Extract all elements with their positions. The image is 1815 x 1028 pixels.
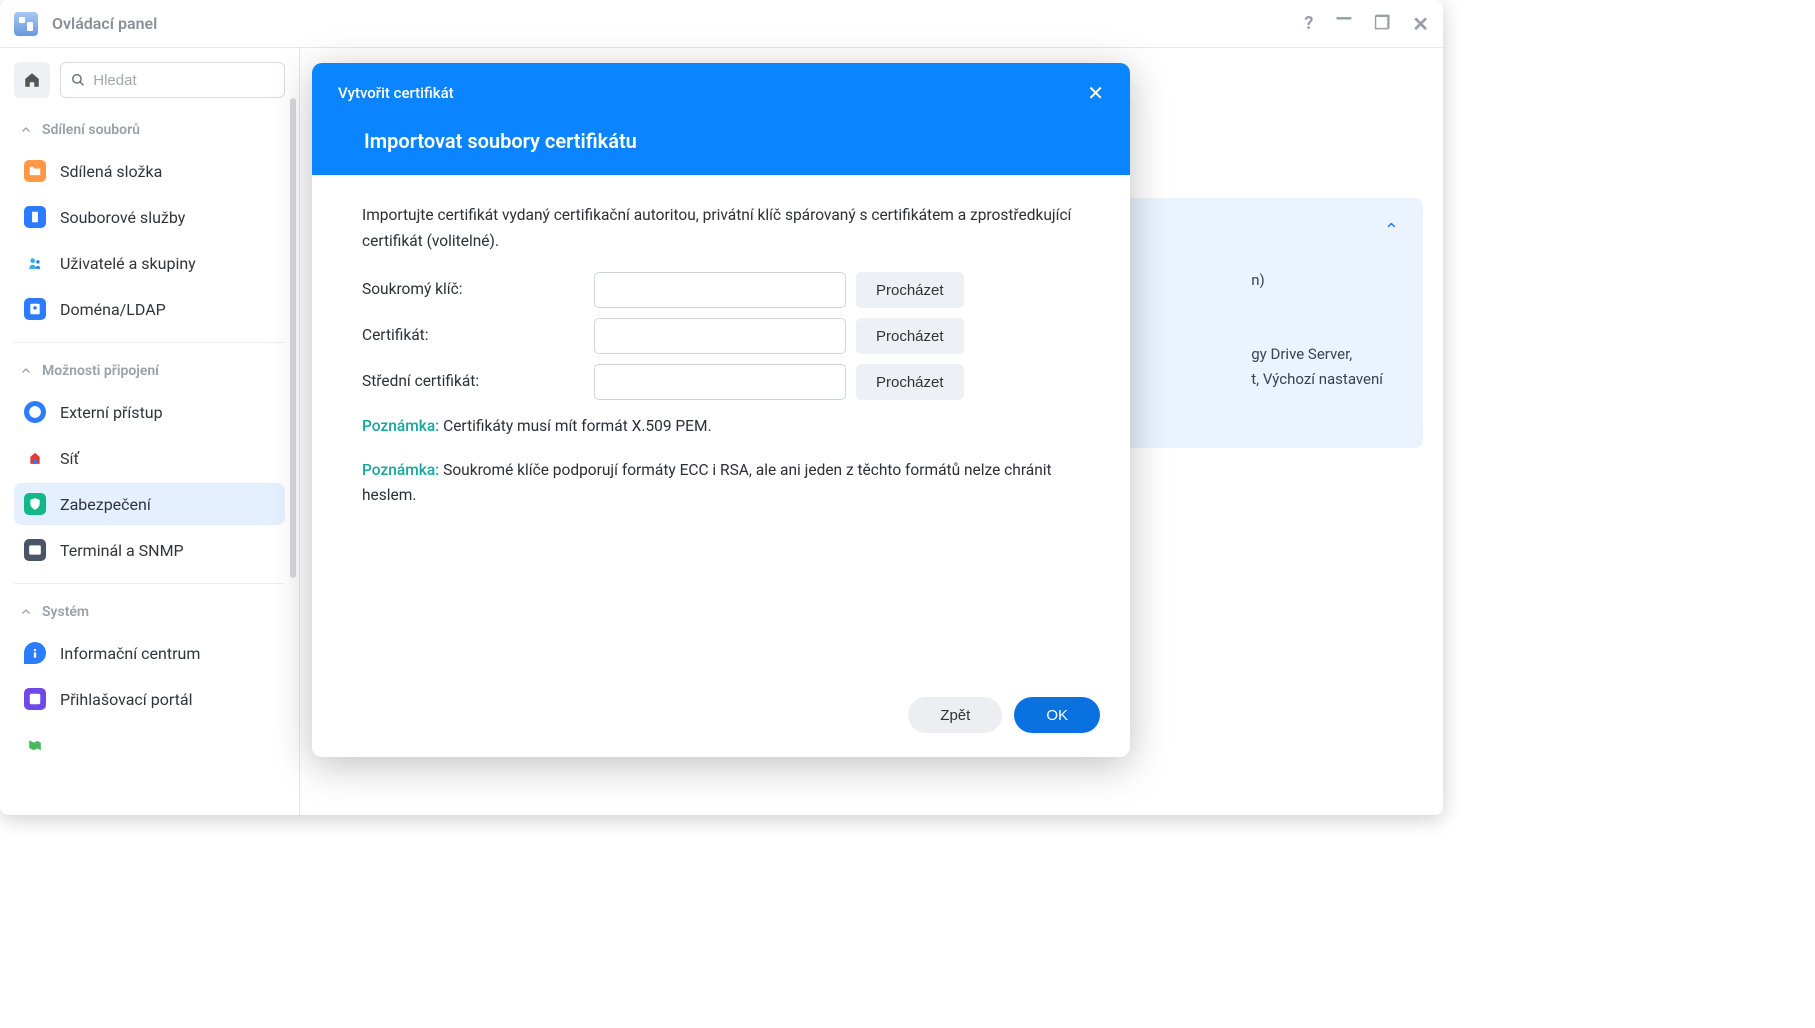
region-icon <box>24 734 46 756</box>
window-title: Ovládací panel <box>52 14 1304 33</box>
note-text: Soukromé klíče podporují formáty ECC i R… <box>362 461 1052 505</box>
field-row-private-key: Soukromý klíč: Procházet <box>362 272 1080 308</box>
app-window: Ovládací panel ? — ❐ ✕ Sdílení s <box>0 0 1443 815</box>
sidebar-item-label: Uživatelé a skupiny <box>60 254 196 273</box>
sidebar-item-domain-ldap[interactable]: Doména/LDAP <box>14 288 285 330</box>
note-label: Poznámka: <box>362 417 439 435</box>
help-icon[interactable]: ? <box>1304 13 1313 34</box>
note-2: Poznámka: Soukromé klíče podporují formá… <box>362 458 1080 509</box>
search-field-wrap[interactable] <box>60 62 285 98</box>
sidebar-item-label: Sdílená složka <box>60 162 162 181</box>
section-label: Sdílení souborů <box>42 122 140 138</box>
sidebar-item-partial[interactable] <box>14 724 285 766</box>
dialog-title: Vytvořit certifikát <box>338 84 454 102</box>
card-text-fragment: n) <box>1251 268 1383 294</box>
dialog-subtitle: Importovat soubory certifikátu <box>338 129 1104 153</box>
section-header-file-sharing[interactable]: Sdílení souborů <box>14 114 285 146</box>
terminal-icon <box>24 539 46 561</box>
title-bar: Ovládací panel ? — ❐ ✕ <box>0 0 1443 48</box>
file-services-icon <box>24 206 46 228</box>
section-header-connectivity[interactable]: Možnosti připojení <box>14 355 285 387</box>
intermediate-label: Střední certifikát: <box>362 369 594 395</box>
network-icon <box>24 447 46 469</box>
sidebar-item-shared-folder[interactable]: Sdílená složka <box>14 150 285 192</box>
divider <box>14 583 285 584</box>
field-row-intermediate: Střední certifikát: Procházet <box>362 364 1080 400</box>
dialog-body: Importujte certifikát vydaný certifikačn… <box>312 175 1130 679</box>
maximize-icon[interactable]: ❐ <box>1374 13 1390 34</box>
browse-certificate-button[interactable]: Procházet <box>856 318 964 354</box>
certificate-input[interactable] <box>594 318 846 354</box>
browse-intermediate-button[interactable]: Procházet <box>856 364 964 400</box>
section-label: Systém <box>42 604 89 620</box>
sidebar: Sdílení souborů Sdílená složka Souborové… <box>0 48 300 815</box>
create-certificate-dialog: Vytvořit certifikát ✕ Importovat soubory… <box>312 63 1130 757</box>
sidebar-item-label: Zabezpečení <box>60 495 151 514</box>
search-icon <box>71 72 85 88</box>
certificate-label: Certifikát: <box>362 323 594 349</box>
sidebar-item-info-center[interactable]: Informační centrum <box>14 632 285 674</box>
sidebar-item-network[interactable]: Síť <box>14 437 285 479</box>
sidebar-item-label: Informační centrum <box>60 644 200 663</box>
sidebar-item-external-access[interactable]: Externí přístup <box>14 391 285 433</box>
globe-icon <box>24 401 46 423</box>
chevron-up-icon <box>20 365 32 377</box>
divider <box>14 342 285 343</box>
scrollbar-thumb[interactable] <box>290 98 296 578</box>
info-icon <box>24 642 46 664</box>
app-icon <box>14 12 38 36</box>
users-icon <box>24 252 46 274</box>
field-row-certificate: Certifikát: Procházet <box>362 318 1080 354</box>
private-key-input[interactable] <box>594 272 846 308</box>
window-controls: ? — ❐ ✕ <box>1304 11 1429 36</box>
browse-private-key-button[interactable]: Procházet <box>856 272 964 308</box>
sidebar-item-label: Souborové služby <box>60 208 185 227</box>
section-label: Možnosti připojení <box>42 363 159 379</box>
sidebar-item-label: Přihlašovací portál <box>60 690 192 709</box>
close-icon[interactable]: ✕ <box>1412 12 1429 36</box>
sidebar-item-file-services[interactable]: Souborové služby <box>14 196 285 238</box>
note-1: Poznámka: Certifikáty musí mít formát X.… <box>362 414 1080 440</box>
dialog-header: Vytvořit certifikát ✕ Importovat soubory… <box>312 63 1130 175</box>
intermediate-input[interactable] <box>594 364 846 400</box>
minimize-icon[interactable]: — <box>1335 7 1352 32</box>
note-text: Certifikáty musí mít formát X.509 PEM. <box>439 417 711 435</box>
sidebar-item-users-groups[interactable]: Uživatelé a skupiny <box>14 242 285 284</box>
dialog-footer: Zpět OK <box>312 679 1130 757</box>
chevron-up-icon <box>20 606 32 618</box>
sidebar-item-label: Doména/LDAP <box>60 300 166 319</box>
shield-icon <box>24 493 46 515</box>
chevron-up-icon <box>20 124 32 136</box>
home-icon <box>23 71 41 89</box>
sidebar-item-label: Síť <box>60 449 79 468</box>
back-button[interactable]: Zpět <box>908 697 1002 733</box>
dialog-intro: Importujte certifikát vydaný certifikačn… <box>362 203 1080 254</box>
dialog-close-icon[interactable]: ✕ <box>1087 81 1104 105</box>
sidebar-item-login-portal[interactable]: Přihlašovací portál <box>14 678 285 720</box>
chevron-up-icon[interactable]: ⌃ <box>1384 216 1399 247</box>
card-text-fragment: gy Drive Server, <box>1251 342 1383 368</box>
card-text-fragment: t, Výchozí nastavení <box>1251 367 1383 393</box>
section-header-system[interactable]: Systém <box>14 596 285 628</box>
sidebar-item-security[interactable]: Zabezpečení <box>14 483 285 525</box>
folder-icon <box>24 160 46 182</box>
sidebar-item-label: Terminál a SNMP <box>60 541 184 560</box>
search-input[interactable] <box>93 72 274 89</box>
private-key-label: Soukromý klíč: <box>362 277 594 303</box>
search-row <box>14 62 285 98</box>
sidebar-item-terminal-snmp[interactable]: Terminál a SNMP <box>14 529 285 571</box>
portal-icon <box>24 688 46 710</box>
sidebar-item-label: Externí přístup <box>60 403 163 422</box>
ok-button[interactable]: OK <box>1014 697 1100 733</box>
note-label: Poznámka: <box>362 461 439 479</box>
home-button[interactable] <box>14 62 50 98</box>
ldap-icon <box>24 298 46 320</box>
